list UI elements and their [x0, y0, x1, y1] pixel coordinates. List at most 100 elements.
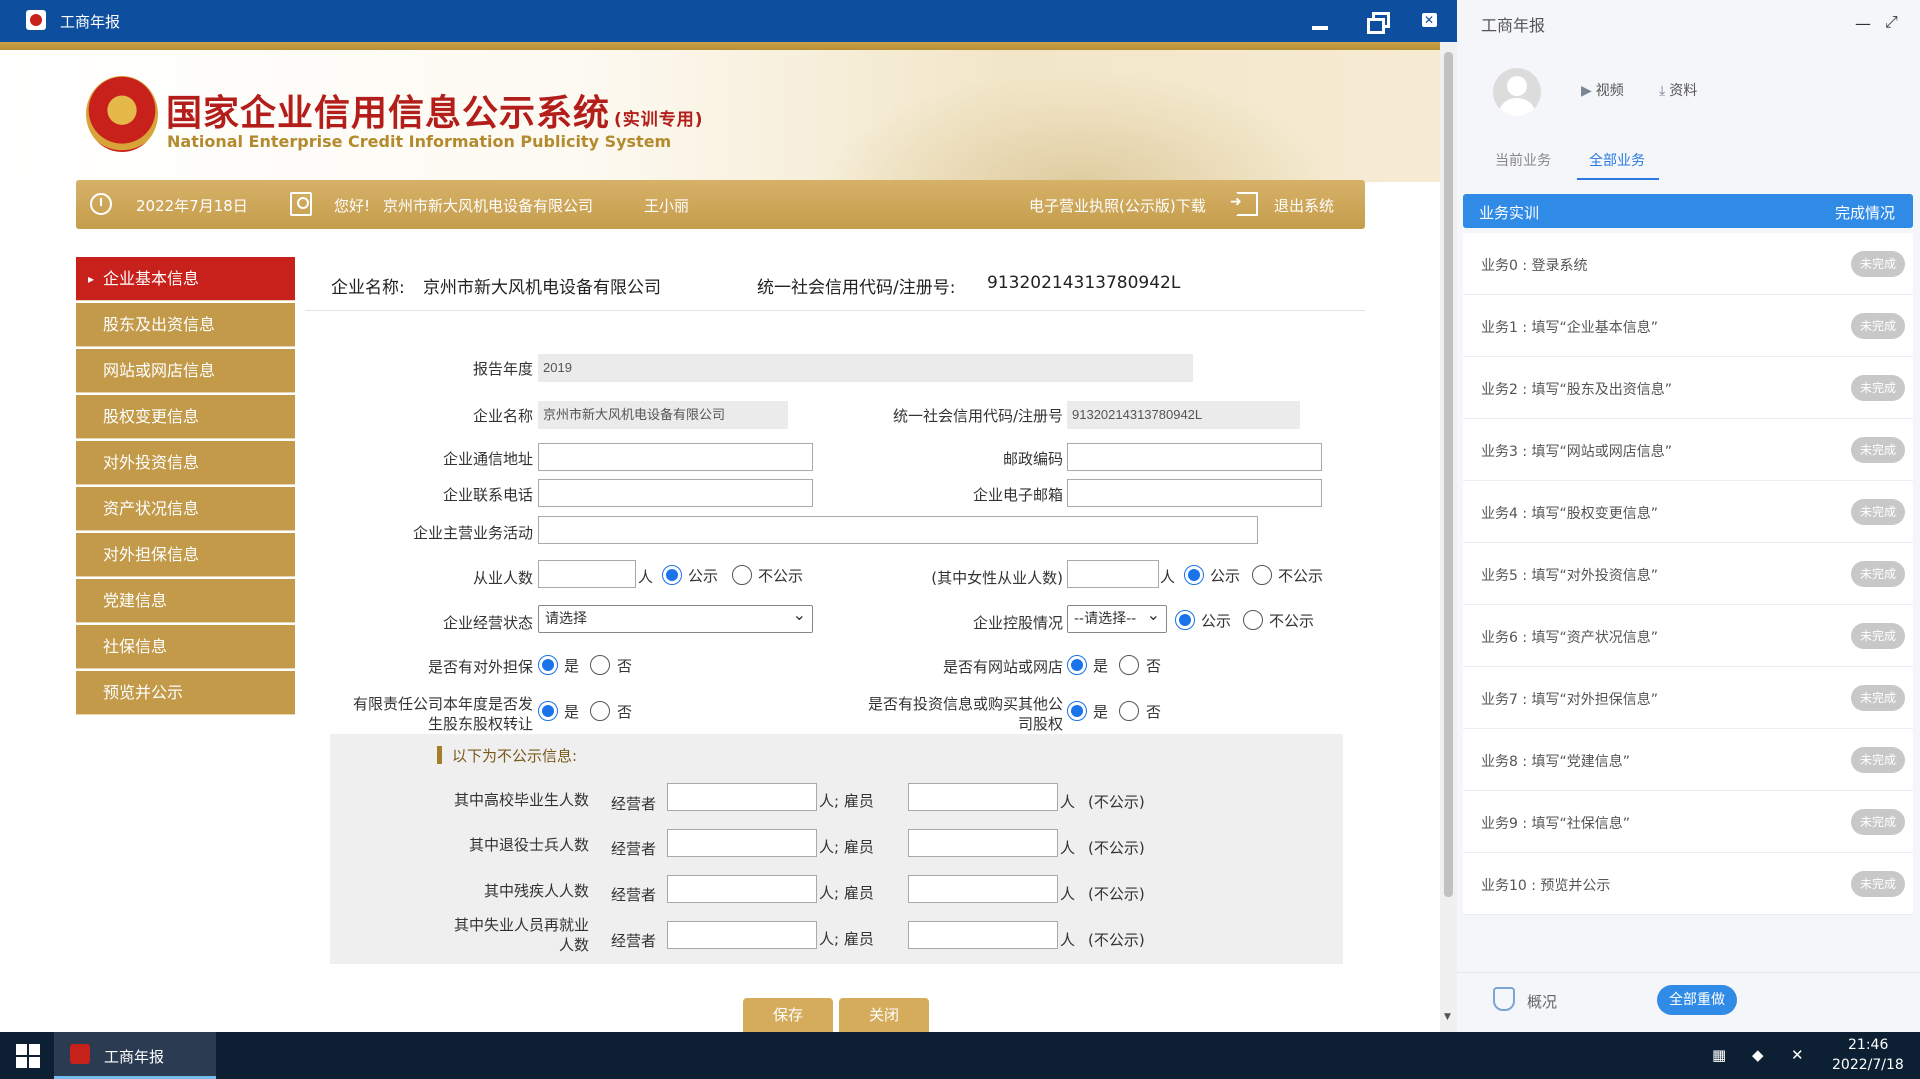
veterans-employee-input[interactable] [908, 829, 1058, 857]
website-yes-radio[interactable] [1067, 655, 1087, 675]
taskbar-app-label: 工商年报 [104, 1048, 165, 1066]
postcode-input[interactable] [1067, 443, 1322, 471]
scrollbar-thumb[interactable] [1444, 52, 1453, 897]
clock-time[interactable]: 21:46 [1848, 1037, 1888, 1053]
save-button[interactable]: 保存 [743, 998, 833, 1032]
guarantee-yes-radio[interactable] [538, 655, 558, 675]
tag-tray-icon[interactable]: ◆ [1752, 1046, 1764, 1064]
restore-button[interactable] [1362, 8, 1390, 34]
reemployed-operator-input[interactable] [667, 921, 817, 949]
report-year-field: 2019 [538, 354, 1193, 382]
calculator-tray-icon[interactable]: ▦ [1712, 1046, 1726, 1064]
menu-item-social-security[interactable]: 社保信息 [76, 625, 295, 669]
employees-public-radio[interactable] [662, 565, 682, 585]
network-tray-icon[interactable]: ✕ [1791, 1046, 1804, 1064]
site-subtitle: National Enterprise Credit Information P… [167, 132, 672, 151]
license-download-link[interactable]: 电子营业执照(公示版)下载 [1029, 195, 1206, 216]
holding-label: 企业控股情况 [972, 614, 1063, 632]
panel-minimize-button[interactable]: — [1855, 14, 1871, 33]
logout-icon[interactable] [1230, 192, 1258, 216]
female-public-radio[interactable] [1184, 565, 1204, 585]
investment-no-radio[interactable] [1119, 701, 1139, 721]
task-row[interactable]: 业务9 : 填写“社保信息” 未完成 [1463, 791, 1913, 853]
phone-input[interactable] [538, 479, 813, 507]
material-link[interactable]: ⤓ 资料 [1659, 80, 1697, 100]
task-row[interactable]: 业务5 : 填写“对外投资信息” 未完成 [1463, 543, 1913, 605]
redo-all-button[interactable]: 全部重做 [1657, 985, 1737, 1015]
disabled-label: 其中残疾人人数 [483, 882, 589, 900]
disabled-employee-input[interactable] [908, 875, 1058, 903]
equity-transfer-no-radio[interactable] [590, 701, 610, 721]
overview-shield-icon[interactable] [1493, 987, 1515, 1011]
holding-public-radio[interactable] [1175, 610, 1195, 630]
mountain-decoration [820, 70, 1340, 182]
task-name: 业务9 : 填写“社保信息” [1481, 816, 1631, 832]
clock-date[interactable]: 2022/7/18 [1832, 1057, 1904, 1073]
tab-current-tasks[interactable]: 当前业务 [1495, 150, 1551, 170]
holding-not-public-text: 不公示 [1269, 612, 1315, 630]
menu-item-equity-change[interactable]: 股权变更信息 [76, 395, 295, 439]
guarantee-label: 是否有对外担保 [427, 658, 533, 676]
website-no-radio[interactable] [1119, 655, 1139, 675]
taskbar-app-button[interactable]: 工商年报 [54, 1032, 216, 1079]
app-window: 工商年报 国家企业信用信息公示系统(实训专用) National Enterpr… [0, 0, 1457, 1032]
holding-not-public-radio[interactable] [1243, 610, 1263, 630]
task-row[interactable]: 业务6 : 填写“资产状况信息” 未完成 [1463, 605, 1913, 667]
task-row[interactable]: 业务1 : 填写“企业基本信息” 未完成 [1463, 295, 1913, 357]
disabled-operator-input[interactable] [667, 875, 817, 903]
task-row[interactable]: 业务7 : 填写“对外担保信息” 未完成 [1463, 667, 1913, 729]
task-row[interactable]: 业务10 : 预览并公示 未完成 [1463, 853, 1913, 915]
menu-item-website[interactable]: 网站或网店信息 [76, 349, 295, 393]
windows-start-icon[interactable] [16, 1044, 40, 1068]
employees-input[interactable] [538, 560, 636, 588]
menu-item-party[interactable]: 党建信息 [76, 579, 295, 623]
company-name-value: 京州市新大风机电设备有限公司 [423, 278, 661, 298]
status-select[interactable]: 请选择 [538, 602, 813, 633]
equity-transfer-label-line1: 有限责任公司本年度是否发 [352, 695, 533, 713]
private-info-section: 以下为不公示信息: 其中高校毕业生人数 经营者 人; 雇员 人 (不公示) 其中… [330, 734, 1343, 964]
menu-item-shareholders[interactable]: 股东及出资信息 [76, 303, 295, 347]
task-row[interactable]: 业务3 : 填写“网站或网店信息” 未完成 [1463, 419, 1913, 481]
holding-select[interactable]: --请选择-- [1067, 602, 1167, 633]
task-name: 业务10 : 预览并公示 [1481, 878, 1611, 894]
close-window-button[interactable] [1416, 8, 1442, 34]
email-input[interactable] [1067, 479, 1322, 507]
female-employees-input[interactable] [1067, 560, 1159, 588]
menu-item-investment[interactable]: 对外投资信息 [76, 441, 295, 485]
employees-not-public-radio[interactable] [732, 565, 752, 585]
report-year-label: 报告年度 [472, 360, 533, 378]
task-row[interactable]: 业务8 : 填写“党建信息” 未完成 [1463, 729, 1913, 791]
task-row[interactable]: 业务2 : 填写“股东及出资信息” 未完成 [1463, 357, 1913, 419]
minimize-button[interactable] [1306, 8, 1332, 34]
menu-item-preview-publish[interactable]: 预览并公示 [76, 671, 295, 715]
reemployed-employee-input[interactable] [908, 921, 1058, 949]
equity-transfer-yes-radio[interactable] [538, 701, 558, 721]
panel-expand-button[interactable]: ⤢ [1885, 12, 1898, 32]
address-input[interactable] [538, 443, 813, 471]
investment-no-text: 否 [1146, 703, 1162, 721]
logout-link[interactable]: 退出系统 [1274, 195, 1334, 216]
video-link[interactable]: ▶ 视频 [1581, 80, 1624, 100]
task-row[interactable]: 业务0 : 登录系统 未完成 [1463, 233, 1913, 295]
graduates-employee-input[interactable] [908, 783, 1058, 811]
scroll-down-arrow-icon[interactable]: ▼ [1444, 1012, 1451, 1022]
tab-all-tasks[interactable]: 全部业务 [1577, 150, 1659, 180]
task-row[interactable]: 业务4 : 填写“股权变更信息” 未完成 [1463, 481, 1913, 543]
task-panel-title: 工商年报 [1481, 16, 1546, 35]
menu-item-basic-info[interactable]: 企业基本信息 [76, 257, 295, 301]
guarantee-no-radio[interactable] [590, 655, 610, 675]
veterans-operator-input[interactable] [667, 829, 817, 857]
company-name-label: 企业名称: [331, 278, 405, 298]
business-input[interactable] [538, 516, 1258, 544]
vertical-scrollbar[interactable]: ▼ [1440, 42, 1457, 1032]
reemployed-operator-label: 经营者 [611, 932, 657, 950]
menu-item-assets[interactable]: 资产状况信息 [76, 487, 295, 531]
menu-item-guarantee[interactable]: 对外担保信息 [76, 533, 295, 577]
close-button[interactable]: 关闭 [839, 998, 929, 1032]
employees-public-text: 公示 [688, 567, 719, 585]
status-badge: 未完成 [1851, 375, 1905, 401]
graduates-operator-input[interactable] [667, 783, 817, 811]
investment-yes-radio[interactable] [1067, 701, 1087, 721]
female-not-public-radio[interactable] [1252, 565, 1272, 585]
overview-link[interactable]: 概况 [1527, 991, 1557, 1012]
